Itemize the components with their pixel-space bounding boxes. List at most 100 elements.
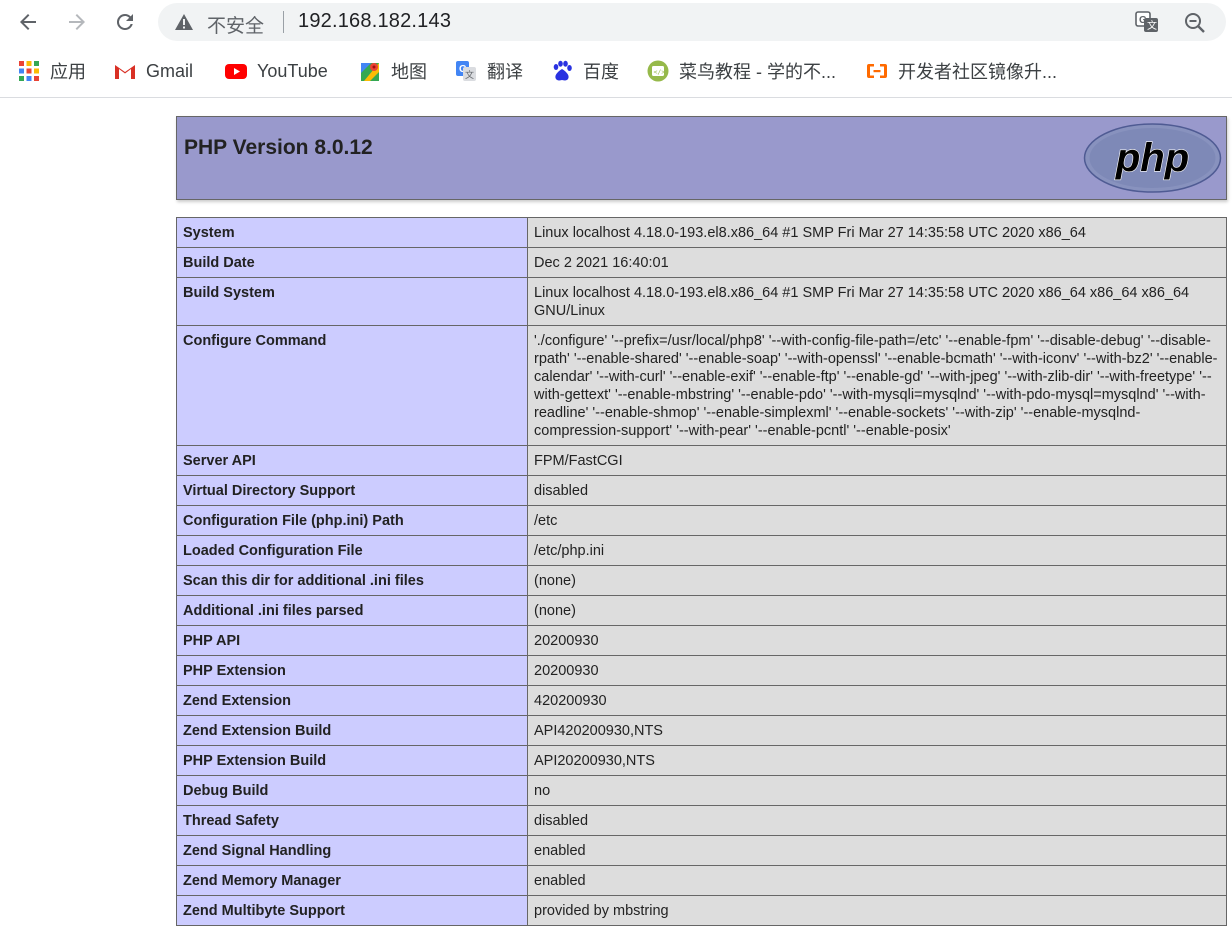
address-bar[interactable]: 不安全 192.168.182.143 G 文	[158, 3, 1226, 41]
table-row: Build System Linux localhost 4.18.0-193.e…	[176, 277, 1227, 326]
runoob-icon: </>	[647, 60, 669, 82]
bookmark-maps[interactable]: 地图	[359, 58, 427, 84]
setting-name: Zend Multibyte Support	[176, 895, 528, 926]
warning-icon[interactable]	[174, 13, 194, 31]
table-row: Server API FPM/FastCGI	[176, 445, 1227, 476]
back-button[interactable]	[13, 7, 43, 37]
url-text[interactable]: 192.168.182.143	[298, 10, 451, 33]
bookmark-gmail[interactable]: Gmail	[114, 58, 193, 84]
setting-value: disabled	[527, 805, 1227, 836]
setting-name: PHP API	[176, 625, 528, 656]
bookmark-translate[interactable]: G 文 翻译	[455, 58, 523, 84]
setting-name: Scan this dir for additional .ini files	[176, 565, 528, 596]
bookmark-label: 百度	[583, 62, 619, 82]
bookmark-apps[interactable]: 应用	[18, 58, 86, 84]
table-row: Thread Safety disabled	[176, 805, 1227, 836]
bookmark-label: Gmail	[146, 60, 194, 81]
php-logo-text: php	[1115, 136, 1189, 180]
table-row: Additional .ini files parsed (none)	[176, 595, 1227, 626]
setting-value: Linux localhost 4.18.0-193.el8.x86_64 #1…	[527, 277, 1227, 326]
reload-button[interactable]	[110, 7, 140, 37]
table-row: Loaded Configuration File/etc/php.ini	[176, 535, 1227, 566]
youtube-icon	[225, 64, 247, 79]
setting-value: /etc	[527, 505, 1227, 536]
setting-value: FPM/FastCGI	[527, 445, 1227, 476]
setting-value: /etc/php.ini	[527, 535, 1227, 566]
arrow-left-icon	[20, 14, 36, 30]
bookmark-runoob[interactable]: </> 菜鸟教程 - 学的不...	[647, 58, 836, 84]
omnibox-divider	[283, 11, 284, 33]
reload-icon	[116, 13, 133, 30]
bookmark-youtube[interactable]: YouTube	[225, 58, 328, 84]
setting-name: Zend Extension	[176, 685, 528, 716]
setting-value: enabled	[527, 835, 1227, 866]
browser-toolbar: 不安全 192.168.182.143 G 文	[0, 0, 1232, 46]
setting-value: no	[527, 775, 1227, 806]
table-row: Zend Extension Build API420200930,NTS	[176, 715, 1227, 746]
setting-name: Virtual Directory Support	[176, 475, 528, 506]
setting-value: provided by mbstring	[527, 895, 1227, 926]
setting-value: './configure' '--prefix=/usr/local/php8'…	[527, 325, 1227, 446]
setting-name: Build Date	[176, 247, 528, 278]
gmail-icon	[115, 64, 135, 79]
table-row: Virtual Directory Support disabled	[176, 475, 1227, 506]
aliyun-icon	[867, 64, 887, 78]
setting-value: 20200930	[527, 625, 1227, 656]
setting-value: Linux localhost 4.18.0-193.el8.x86_64 #1…	[527, 217, 1227, 248]
setting-value: enabled	[527, 865, 1227, 896]
table-row: PHP Extension 20200930	[176, 655, 1227, 686]
setting-name: Server API	[176, 445, 528, 476]
translate-page-icon[interactable]: G 文	[1135, 11, 1159, 33]
page-title: PHP Version 8.0.12	[184, 136, 373, 159]
setting-name: Configure Command	[176, 325, 528, 446]
maps-icon	[361, 63, 379, 81]
setting-value: API20200930,NTS	[527, 745, 1227, 776]
security-status-label[interactable]: 不安全	[207, 11, 264, 38]
table-row: PHP API 20200930	[176, 625, 1227, 656]
setting-name: Zend Signal Handling	[176, 835, 528, 866]
bookmark-label: 开发者社区镜像升...	[898, 62, 1058, 82]
setting-value: API420200930,NTS	[527, 715, 1227, 746]
setting-value: 20200930	[527, 655, 1227, 686]
setting-name: Zend Memory Manager	[176, 865, 528, 896]
table-row: Debug Build no	[176, 775, 1227, 806]
bookmark-label: YouTube	[257, 60, 328, 81]
setting-name: Build System	[176, 277, 528, 326]
setting-name: Zend Extension Build	[176, 715, 528, 746]
setting-name: Additional .ini files parsed	[176, 595, 528, 626]
table-row: PHP Extension Build API20200930,NTS	[176, 745, 1227, 776]
bookmark-aliyun[interactable]: 开发者社区镜像升...	[866, 58, 1057, 84]
setting-value: (none)	[527, 595, 1227, 626]
setting-name: Thread Safety	[176, 805, 528, 836]
bookmark-baidu[interactable]: 百度	[551, 58, 619, 84]
zoom-out-icon[interactable]	[1183, 11, 1207, 35]
setting-name: PHP Extension	[176, 655, 528, 686]
baidu-icon	[553, 60, 572, 81]
svg-text:文: 文	[465, 69, 474, 81]
apps-grid-icon	[19, 61, 39, 81]
setting-name: Configuration File (php.ini) Path	[176, 505, 528, 536]
setting-name: System	[176, 217, 528, 248]
table-row: Build Date Dec 2 2021 16:40:01	[176, 247, 1227, 278]
bookmark-label: 翻译	[487, 62, 523, 82]
bookmark-label: 应用	[50, 62, 86, 82]
bookmark-label: 菜鸟教程 - 学的不...	[679, 62, 836, 82]
setting-name: PHP Extension Build	[176, 745, 528, 776]
table-row: Scan this dir for additional .ini files(…	[176, 565, 1227, 596]
setting-value: (none)	[527, 565, 1227, 596]
bookmarks-bar: 应用 Gmail YouTube 地图 G 文 翻译 百度 </> 菜鸟教程 -…	[0, 46, 1232, 98]
table-row: Configure Command './configure' '--prefix…	[176, 325, 1227, 446]
bookmark-label: 地图	[391, 62, 427, 82]
table-row: Zend Multibyte Support provided by mbstri…	[176, 895, 1227, 926]
table-row: Zend Extension 420200930	[176, 685, 1227, 716]
setting-name: Debug Build	[176, 775, 528, 806]
forward-button[interactable]	[62, 7, 92, 37]
table-row: System Linux localhost 4.18.0-193.el8.x86…	[176, 217, 1227, 248]
table-row: Zend Signal Handling enabled	[176, 835, 1227, 866]
arrow-right-icon	[69, 14, 85, 30]
translate-icon: G 文	[456, 61, 476, 81]
setting-value: Dec 2 2021 16:40:01	[527, 247, 1227, 278]
svg-text:文: 文	[1147, 19, 1157, 32]
svg-text:</>: </>	[654, 68, 666, 76]
php-logo[interactable]: php	[1083, 122, 1222, 194]
